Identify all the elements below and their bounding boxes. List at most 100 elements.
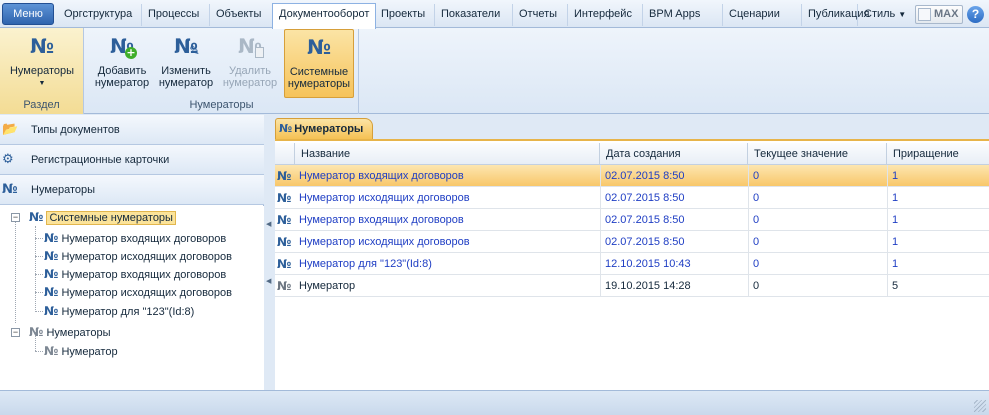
tab-scenarios[interactable]: Сценарии <box>722 4 786 26</box>
tab-bpm-apps[interactable]: BPM Apps <box>642 4 706 26</box>
tree-node[interactable]: № Нумератор исходящих договоров <box>44 283 232 301</box>
tree-node-system-numerators[interactable]: № Системные нумераторы <box>29 208 176 226</box>
system-numerators-label-1: Системные <box>289 66 349 78</box>
tree-node[interactable]: № Нумератор исходящих договоров <box>44 247 232 265</box>
numerator-icon: № <box>44 344 59 358</box>
registration-cards-icon: ⚙ <box>2 152 14 167</box>
tree-line <box>35 311 43 312</box>
add-numerator-label-2: нумератор <box>94 77 150 89</box>
main-menu-button[interactable]: Меню <box>2 3 54 25</box>
column-header-name[interactable]: Название <box>295 143 600 165</box>
cell-current-value: 0 <box>748 209 887 231</box>
cell-current-value: 0 <box>748 165 887 187</box>
table-row[interactable]: № Нумератор исходящих договоров 02.07.2015… <box>275 187 989 209</box>
table-row[interactable]: № Нумератор исходящих договоров 02.07.2015… <box>275 231 989 253</box>
cell-name: Нумератор исходящих договоров <box>299 236 470 248</box>
table-row[interactable]: № Нумератор входящих договоров 02.07.2015 … <box>275 209 989 231</box>
max-label: MAX <box>934 8 959 20</box>
delete-numerator-button[interactable]: № Удалить нумератор <box>219 29 281 98</box>
collapse-toggle[interactable]: − <box>11 213 20 222</box>
help-icon[interactable]: ? <box>967 6 984 23</box>
column-header-date[interactable]: Дата создания <box>600 143 748 165</box>
tab-interface[interactable]: Интерфейс <box>567 4 638 26</box>
nav-item-numerators[interactable]: № Нумераторы <box>0 175 264 205</box>
tree-line <box>15 217 16 323</box>
tree-node-label: Нумератор исходящих договоров <box>61 251 233 263</box>
max-checkbox[interactable] <box>918 8 931 21</box>
nav-item-label: Регистрационные карточки <box>31 154 170 166</box>
ribbon-group-numerators: № + Добавить нумератор № ✎ Изменить нумера… <box>85 28 359 114</box>
numerator-icon: № <box>44 249 59 263</box>
numerator-icon: № <box>44 285 59 299</box>
tree-node[interactable]: № Нумератор <box>44 342 118 360</box>
add-numerator-button[interactable]: № + Добавить нумератор <box>91 29 153 98</box>
cell-name: Нумератор для "123"(Id:8) <box>299 258 432 270</box>
numerators-section-button[interactable]: № Нумераторы ▼ <box>3 29 81 98</box>
system-numerators-label-2: нумераторы <box>287 78 351 90</box>
document-tab-numerators[interactable]: № Нумераторы <box>275 118 373 139</box>
ribbon: № Нумераторы ▼ Раздел № + Добавить нумера… <box>0 28 989 114</box>
cell-increment: 1 <box>887 187 989 209</box>
cell-date: 02.07.2015 8:50 <box>600 231 748 253</box>
nav-item-registration-cards[interactable]: ⚙ Регистрационные карточки <box>0 145 264 175</box>
resize-grip-icon[interactable] <box>974 400 986 412</box>
nav-item-document-types[interactable]: 📂 Типы документов <box>0 115 264 145</box>
max-toggle[interactable]: MAX <box>915 5 963 24</box>
tree-line <box>35 256 43 257</box>
tab-document-flow[interactable]: Документооборот <box>272 3 377 29</box>
system-numerators-button[interactable]: № Системные нумераторы <box>284 29 354 98</box>
tree-line <box>35 351 43 352</box>
tree-node[interactable]: № Нумератор для "123"(Id:8) <box>44 302 194 320</box>
edit-numerator-label-1: Изменить <box>161 65 211 77</box>
numerator-icon: № <box>277 191 292 205</box>
numerators-icon: № <box>2 182 18 197</box>
ribbon-group-section: № Нумераторы ▼ Раздел <box>0 28 84 114</box>
numerator-icon: № <box>277 257 292 271</box>
cell-increment: 1 <box>887 165 989 187</box>
collapse-left-icon[interactable]: ◀ <box>266 277 271 285</box>
tree-node[interactable]: № Нумератор входящих договоров <box>44 265 226 283</box>
collapse-toggle[interactable]: − <box>11 328 20 337</box>
cell-name: Нумератор входящих договоров <box>299 214 464 226</box>
nav-item-label: Типы документов <box>31 124 120 136</box>
table-row[interactable]: № Нумератор для "123"(Id:8) 12.10.2015 10:… <box>275 253 989 275</box>
numerator-icon: № <box>29 325 44 339</box>
column-header-current[interactable]: Текущее значение <box>748 143 887 165</box>
tab-style[interactable]: Стиль ▼ <box>857 4 912 26</box>
cell-current-value: 0 <box>748 231 887 253</box>
collapse-left-icon[interactable]: ◀ <box>266 220 271 228</box>
tree-node-label: Системные нумераторы <box>46 211 176 225</box>
tab-indicators[interactable]: Показатели <box>434 4 506 26</box>
tab-reports[interactable]: Отчеты <box>512 4 563 26</box>
edit-numerator-button[interactable]: № ✎ Изменить нумератор <box>155 29 217 98</box>
numerator-icon: № <box>44 231 59 245</box>
cell-increment: 1 <box>887 209 989 231</box>
document-tab-label: Нумераторы <box>294 123 364 135</box>
cell-date: 02.07.2015 8:50 <box>600 209 748 231</box>
numerator-edit-icon: № ✎ <box>173 34 200 59</box>
cell-date: 19.10.2015 14:28 <box>600 275 748 297</box>
add-numerator-label-1: Добавить <box>97 65 147 77</box>
chevron-down-icon: ▼ <box>898 10 907 19</box>
cell-current-value: 0 <box>748 275 887 297</box>
cell-date: 02.07.2015 8:50 <box>600 187 748 209</box>
column-header-increment[interactable]: Приращение <box>887 143 989 165</box>
table-row[interactable]: № Нумератор 19.10.2015 14:28 0 5 <box>275 275 989 297</box>
cell-current-value: 0 <box>748 187 887 209</box>
numerator-icon: № <box>277 213 292 227</box>
panel-splitter[interactable]: ◀ ◀ <box>265 115 273 390</box>
tree-line <box>35 274 43 275</box>
cell-name: Нумератор <box>299 280 356 292</box>
tree-node-label: Нумератор входящих договоров <box>61 233 227 245</box>
tab-style-label: Стиль <box>864 8 896 20</box>
tab-projects[interactable]: Проекты <box>375 4 431 26</box>
table-row[interactable]: № Нумератор входящих договоров 02.07.2015 … <box>275 165 989 187</box>
tree-line <box>35 238 43 239</box>
tree-node-numerators[interactable]: № Нумераторы <box>29 323 111 341</box>
tab-org-structure[interactable]: Оргструктура <box>58 4 138 26</box>
tab-processes[interactable]: Процессы <box>141 4 205 26</box>
cell-increment: 1 <box>887 253 989 275</box>
tree-node[interactable]: № Нумератор входящих договоров <box>44 229 226 247</box>
tab-objects[interactable]: Объекты <box>209 4 267 26</box>
cell-name: Нумератор входящих договоров <box>299 170 464 182</box>
